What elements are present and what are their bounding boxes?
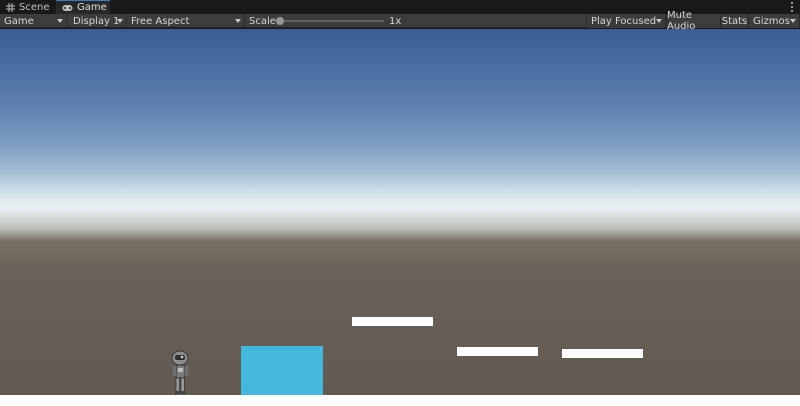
chevron-down-icon: [117, 19, 123, 23]
platform: [352, 317, 433, 326]
tab-scene[interactable]: Scene: [0, 0, 56, 14]
stats-button[interactable]: Stats: [720, 14, 748, 28]
display-dropdown[interactable]: Display 1: [69, 14, 127, 28]
gizmos-label: Gizmos: [753, 15, 790, 27]
scale-slider-track[interactable]: [280, 20, 384, 22]
scale-label: Scale: [249, 16, 276, 27]
robot-character: [169, 350, 191, 395]
ground: [0, 395, 800, 406]
view-mode-label: Game: [4, 15, 34, 27]
chevron-down-icon: [57, 19, 63, 23]
cube: [241, 346, 323, 395]
grid-icon: [6, 2, 15, 12]
platform: [562, 349, 643, 358]
chevron-down-icon: [790, 19, 796, 23]
tab-scene-label: Scene: [19, 1, 50, 13]
gizmos-dropdown[interactable]: Gizmos: [748, 14, 800, 28]
tab-game[interactable]: Game: [56, 0, 110, 14]
gamepad-icon: [62, 4, 73, 12]
chevron-down-icon: [235, 19, 241, 23]
aspect-label: Free Aspect: [131, 15, 190, 27]
platform: [457, 347, 538, 356]
kebab-menu-icon[interactable]: [790, 1, 794, 13]
game-viewport[interactable]: [0, 29, 800, 406]
play-mode-dropdown[interactable]: Play Focused: [586, 14, 666, 28]
scale-value: 1x: [389, 16, 402, 27]
play-mode-label: Play Focused: [591, 15, 657, 27]
mute-audio-button[interactable]: Mute Audio: [666, 10, 720, 32]
aspect-dropdown[interactable]: Free Aspect: [127, 14, 245, 28]
tab-game-label: Game: [77, 2, 107, 13]
scale-slider-thumb[interactable]: [276, 17, 284, 25]
display-label: Display 1: [73, 15, 120, 27]
view-mode-dropdown[interactable]: Game: [0, 14, 67, 28]
stats-label: Stats: [721, 15, 748, 27]
chevron-down-icon: [656, 19, 662, 23]
toolbar-right-group: Play Focused Mute Audio Stats Gizmos: [586, 10, 800, 32]
